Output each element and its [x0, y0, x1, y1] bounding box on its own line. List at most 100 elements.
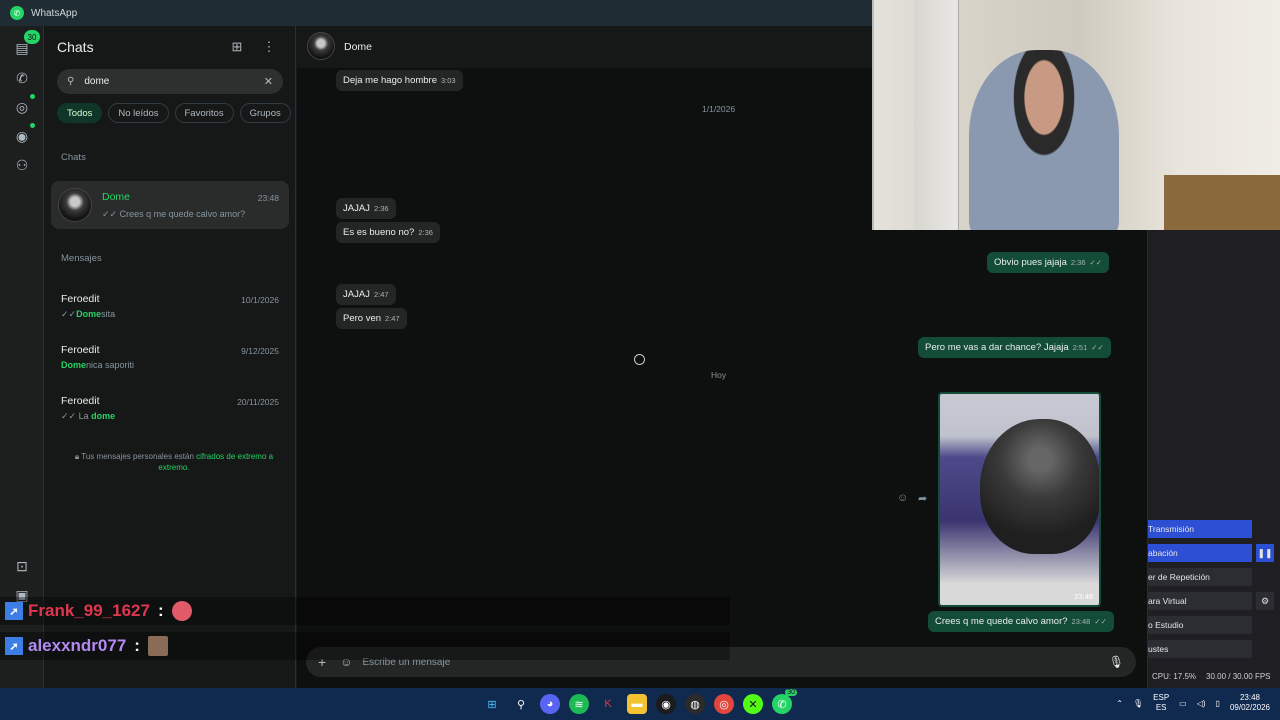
obs-record-button[interactable]: abación — [1148, 544, 1252, 562]
message-bubble-out: Pero me vas a dar chance? Jajaja 2:51 ✓✓ — [918, 337, 1111, 358]
emote-icon — [147, 636, 168, 656]
photo-content — [980, 419, 1099, 554]
steam-icon[interactable]: ◍ — [685, 694, 705, 714]
filter-favoritos[interactable]: Favoritos — [174, 103, 234, 123]
clock[interactable]: 23:48 09/02/2026 — [1230, 693, 1270, 713]
section-chats-label: Chats — [61, 152, 86, 163]
pause-icon[interactable]: ❚❚ — [1256, 544, 1274, 562]
photo-time: 23:48 — [1074, 592, 1093, 601]
message-item-name: Feroedit — [61, 293, 100, 305]
obs-virtualcam-button[interactable]: ara Virtual — [1148, 592, 1252, 610]
obs-cpu: CPU: 17.5% — [1152, 672, 1197, 681]
webcam-overlay — [872, 0, 1280, 230]
chat-list-panel: Chats ⊞ ⋮ ⚲ dome ✕ Todos No leídos Favor… — [44, 26, 296, 688]
title-bar: ✆ WhatsApp — [0, 0, 872, 26]
status-nav-icon[interactable]: ◎ — [10, 94, 35, 119]
chat-item-name: Dome — [102, 191, 131, 203]
media-nav-icon[interactable]: ⊡ — [10, 554, 34, 578]
chat-item-time: 23:48 — [257, 193, 279, 203]
spotify-icon[interactable]: ≋ — [569, 694, 589, 714]
obs-replay-button[interactable]: er de Repetición — [1148, 568, 1252, 586]
avatar — [307, 32, 335, 60]
date-separator: 1/1/2026 — [696, 101, 742, 117]
new-chat-icon[interactable]: ⊞ — [228, 38, 246, 56]
volume-icon[interactable]: ◁) — [1197, 699, 1206, 708]
folder-icon[interactable]: ▬ — [627, 694, 647, 714]
whatsapp-taskbar-icon[interactable]: ✆ 30 — [772, 689, 797, 714]
message-bubble-in: Es es bueno no? 2:36 — [336, 222, 440, 243]
app-title: WhatsApp — [31, 7, 78, 19]
search-input[interactable]: ⚲ dome ✕ — [57, 69, 283, 94]
discord-icon[interactable]: ◕ — [540, 694, 560, 714]
message-item-preview: Domenica saporiti — [61, 360, 135, 370]
network-icon[interactable]: ▭ — [1179, 699, 1187, 708]
clear-search-icon[interactable]: ✕ — [264, 75, 273, 88]
search-icon[interactable]: ⚲ — [511, 694, 531, 714]
obs-stream-button[interactable]: Transmisión — [1148, 520, 1252, 538]
taskbar-apps: ⊞ ⚲ ◕ ≋ K ▬ ◉ ◍ ◎ ✕ ✆ 30 — [482, 689, 797, 714]
message-item[interactable]: Feroedit 10/1/2026 ✓✓Domesita — [51, 283, 289, 331]
message-bubble-in: Deja me hago hombre 3:03 — [336, 70, 463, 91]
communities-nav-icon[interactable]: ⚇ — [10, 153, 34, 177]
photo-message[interactable]: 23:48 — [938, 392, 1101, 607]
windows-start-icon[interactable]: ⊞ — [482, 694, 502, 714]
channels-nav-icon[interactable]: ◉ — [10, 123, 35, 148]
date-separator: Hoy — [705, 367, 733, 383]
message-bubble-in: JAJAJ 2:47 — [336, 284, 396, 305]
contact-name: Dome — [344, 41, 373, 53]
message-item-name: Feroedit — [61, 395, 100, 407]
message-item[interactable]: Feroedit 9/12/2025 Domenica saporiti — [51, 334, 289, 382]
obs-icon[interactable]: ◉ — [656, 694, 676, 714]
react-emoji-icon[interactable]: ☺ — [897, 492, 908, 504]
obs-studio-button[interactable]: o Estudio — [1148, 616, 1252, 634]
read-ticks-icon: ✓✓ — [1094, 617, 1107, 626]
chat-item-dome[interactable]: Dome 23:48 ✓✓ Crees q me quede calvo amo… — [51, 181, 289, 229]
search-value[interactable]: dome — [84, 76, 263, 87]
message-item[interactable]: Feroedit 20/11/2025 ✓✓ La dome — [51, 385, 289, 433]
kick-icon[interactable]: K — [598, 694, 618, 714]
message-item-date: 9/12/2025 — [241, 346, 279, 356]
avatar — [58, 188, 92, 222]
filter-grupos[interactable]: Grupos — [239, 103, 291, 123]
conversation-header[interactable]: Dome — [297, 26, 872, 68]
obs-controls-panel: Transmisión abación ❚❚ er de Repetición … — [1147, 230, 1280, 688]
chrome-icon[interactable]: ◎ — [714, 694, 734, 714]
forward-icon[interactable]: ➦ — [918, 492, 927, 505]
platform-icon: ➚ — [5, 602, 23, 620]
read-ticks-icon: ✓✓ — [1089, 258, 1103, 267]
platform-icon: ➚ — [5, 637, 23, 655]
message-bubble-in: JAJAJ 2:36 — [336, 198, 396, 219]
filter-no-leidos[interactable]: No leídos — [108, 103, 169, 123]
obs-status-bar: CPU: 17.5% 30.00 / 30.00 FPS — [1152, 672, 1280, 681]
filter-todos[interactable]: Todos — [57, 103, 103, 123]
emote-icon — [171, 601, 192, 621]
stream-chat-user: alexxndr077 — [28, 636, 127, 655]
menu-dots-icon[interactable]: ⋮ — [260, 38, 278, 56]
obs-fps: 30.00 / 30.00 FPS — [1206, 672, 1271, 681]
section-messages-label: Mensajes — [61, 253, 102, 264]
nav-rail: ▤ 30 ✆ ◎ ◉ ⚇ ⊡ ▣ — [0, 26, 44, 688]
search-icon: ⚲ — [67, 76, 75, 87]
chevron-up-icon[interactable]: ⌃ — [1116, 699, 1123, 708]
filter-chips: Todos No leídos Favoritos Grupos — [57, 103, 291, 123]
microphone-icon[interactable]: 🎙︎ — [1109, 655, 1124, 669]
message-item-preview: ✓✓Domesita — [61, 309, 116, 319]
message-bubble-out: Obvio pues jajaja 2:36 ✓✓ — [987, 252, 1110, 273]
whatsapp-logo-icon: ✆ — [10, 6, 24, 20]
language-indicator[interactable]: ESP ES — [1153, 693, 1169, 713]
calls-nav-icon[interactable]: ✆ — [10, 66, 34, 90]
chats-nav-icon[interactable]: ▤ 30 — [10, 30, 40, 60]
stream-chat-line: ➚ Frank_99_1627 : — [0, 597, 730, 625]
webcam-background — [914, 0, 959, 230]
microphone-icon[interactable]: 🎙︎ — [1133, 699, 1143, 708]
message-item-preview: ✓✓ La dome — [61, 411, 116, 421]
battery-icon[interactable]: ▯ — [1216, 699, 1220, 708]
kick-app-icon[interactable]: ✕ — [743, 694, 763, 714]
read-ticks-icon: ✓✓ — [1091, 343, 1104, 352]
obs-settings-button[interactable]: ustes — [1148, 640, 1252, 658]
chat-list-title: Chats — [57, 39, 94, 55]
message-bubble-out: Crees q me quede calvo amor? 23:48 ✓✓ — [928, 611, 1114, 632]
system-tray: ⌃ 🎙︎ ESP ES ▭ ◁) ▯ 23:48 09/02/2026 — [1116, 693, 1270, 713]
chats-badge: 30 — [24, 30, 40, 44]
gear-icon[interactable]: ⚙ — [1256, 592, 1274, 610]
